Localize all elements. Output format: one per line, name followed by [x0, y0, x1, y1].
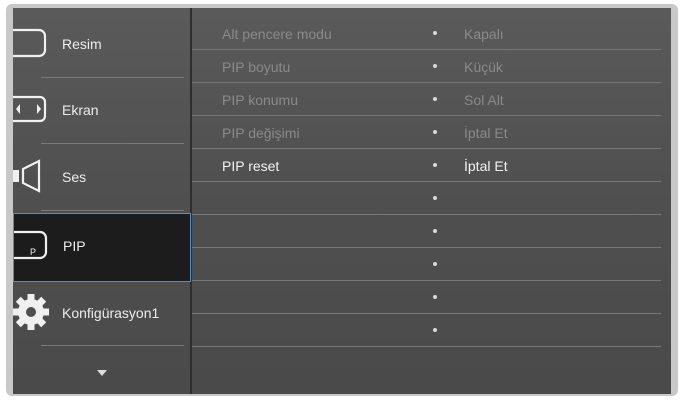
- gear-icon: [13, 294, 49, 330]
- dot-icon: [433, 196, 437, 200]
- menu-row-empty: [192, 215, 671, 248]
- setting-name: PIP değişimi: [222, 125, 300, 141]
- dot-icon: [433, 130, 437, 134]
- setting-value: Küçük: [464, 59, 503, 75]
- sidebar-item-ekran[interactable]: Ekran: [13, 78, 190, 144]
- pip-settings-list: Alt pencere modu Kapalı PIP boyutu Küçük…: [192, 8, 671, 394]
- sidebar-item-ses[interactable]: Ses: [13, 145, 190, 211]
- sidebar-item-resim[interactable]: Resim: [13, 12, 190, 78]
- dot-icon: [433, 229, 437, 233]
- menu-row-empty: [192, 182, 671, 215]
- menu-row-empty: [192, 314, 671, 347]
- menu-row-empty: [192, 281, 671, 314]
- dot-icon: [433, 163, 437, 167]
- menu-row-pip-reset[interactable]: PIP reset İptal Et: [192, 149, 671, 182]
- osd-menu: Resim Ekran Ses P PIP Konfigürasyon1 Alt…: [13, 8, 671, 394]
- setting-value: İptal Et: [464, 125, 508, 141]
- picture-icon: [13, 28, 47, 58]
- screen-icon: [13, 95, 47, 123]
- setting-value: Kapalı: [464, 26, 504, 42]
- sidebar-item-pip[interactable]: P PIP: [13, 213, 191, 282]
- menu-row-pip-boyutu[interactable]: PIP boyutu Küçük: [192, 50, 671, 83]
- sidebar-item-label: Ekran: [62, 102, 99, 118]
- sidebar-item-label: Konfigürasyon1: [62, 305, 160, 321]
- sidebar-item-label: Ses: [62, 169, 87, 185]
- setting-name: PIP boyutu: [222, 59, 291, 75]
- sidebar-item-konfigurasyon1[interactable]: Konfigürasyon1: [13, 280, 190, 346]
- chevron-down-icon[interactable]: [97, 370, 107, 376]
- dot-icon: [433, 64, 437, 68]
- menu-row-alt-pencere-modu[interactable]: Alt pencere modu Kapalı: [192, 17, 671, 50]
- dot-icon: [433, 31, 437, 35]
- setting-value: İptal Et: [464, 158, 508, 174]
- menu-row-pip-degisimi[interactable]: PIP değişimi İptal Et: [192, 116, 671, 149]
- divider: [41, 143, 184, 144]
- divider: [41, 345, 184, 346]
- sidebar-item-label: Resim: [62, 36, 102, 52]
- setting-name: PIP reset: [222, 158, 280, 174]
- menu-row-pip-konumu[interactable]: PIP konumu Sol Alt: [192, 83, 671, 116]
- dot-icon: [433, 97, 437, 101]
- menu-row-empty: [192, 248, 671, 281]
- divider: [41, 210, 184, 211]
- dot-icon: [433, 328, 437, 332]
- speaker-icon: [13, 159, 41, 193]
- sidebar-item-label: PIP: [63, 238, 86, 254]
- dot-icon: [433, 295, 437, 299]
- setting-name: PIP konumu: [222, 92, 299, 108]
- sidebar: Resim Ekran Ses P PIP Konfigürasyon1: [13, 8, 192, 394]
- setting-name: Alt pencere modu: [222, 26, 332, 42]
- divider: [192, 346, 661, 347]
- setting-value: Sol Alt: [464, 92, 504, 108]
- dot-icon: [433, 262, 437, 266]
- svg-text:P: P: [30, 247, 36, 257]
- pip-icon: P: [14, 230, 48, 260]
